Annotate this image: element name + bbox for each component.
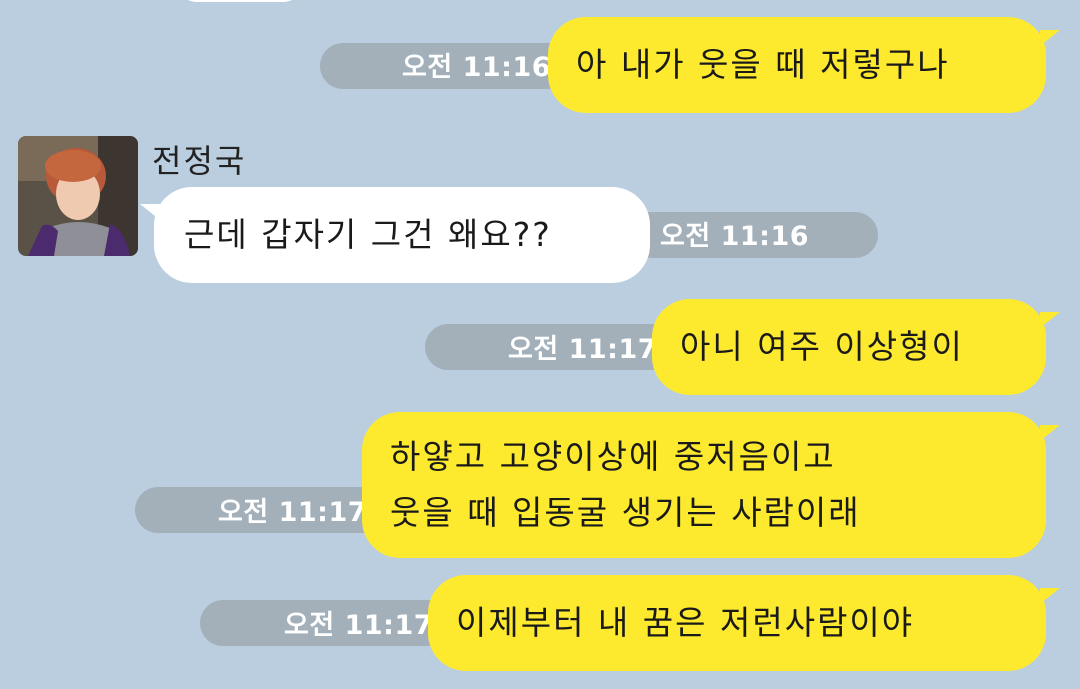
message-text: 아 내가 웃을 때 저렇구나 bbox=[576, 45, 950, 84]
message-text: 근데 갑자기 그건 왜요?? bbox=[184, 215, 552, 254]
message-text-line: 하얗고 고양이상에 중저음이고 bbox=[390, 437, 836, 476]
message-text: 아니 여주 이상형이 bbox=[680, 327, 964, 366]
my-message-bubble[interactable]: 아니 여주 이상형이 bbox=[652, 299, 1046, 395]
my-message-bubble[interactable]: 하얗고 고양이상에 중저음이고 웃을 때 입동굴 생기는 사람이래 bbox=[362, 412, 1046, 558]
sender-name: 전정국 bbox=[152, 142, 247, 180]
message-timestamp: 오전 11:17 bbox=[218, 497, 368, 528]
bubble-tail bbox=[1040, 30, 1060, 46]
message-text-line: 웃을 때 입동굴 생기는 사람이래 bbox=[390, 493, 861, 532]
message-timestamp: 오전 11:16 bbox=[660, 221, 810, 252]
other-message-bubble[interactable]: 근데 갑자기 그건 왜요?? bbox=[154, 187, 650, 283]
message-timestamp: 오전 11:17 bbox=[508, 334, 658, 365]
bubble-tail bbox=[1040, 425, 1060, 441]
previous-message-bubble bbox=[180, 0, 300, 2]
my-message-bubble[interactable]: 아 내가 웃을 때 저렇구나 bbox=[548, 17, 1046, 113]
message-timestamp: 오전 11:16 bbox=[402, 52, 552, 83]
bubble-tail bbox=[1040, 588, 1060, 604]
bubble-tail bbox=[1040, 312, 1060, 328]
avatar[interactable] bbox=[18, 136, 138, 256]
my-message-bubble[interactable]: 이제부터 내 꿈은 저런사람이야 bbox=[428, 575, 1046, 671]
message-text: 이제부터 내 꿈은 저런사람이야 bbox=[456, 603, 915, 642]
message-timestamp: 오전 11:17 bbox=[284, 610, 434, 641]
avatar-image bbox=[18, 136, 138, 256]
